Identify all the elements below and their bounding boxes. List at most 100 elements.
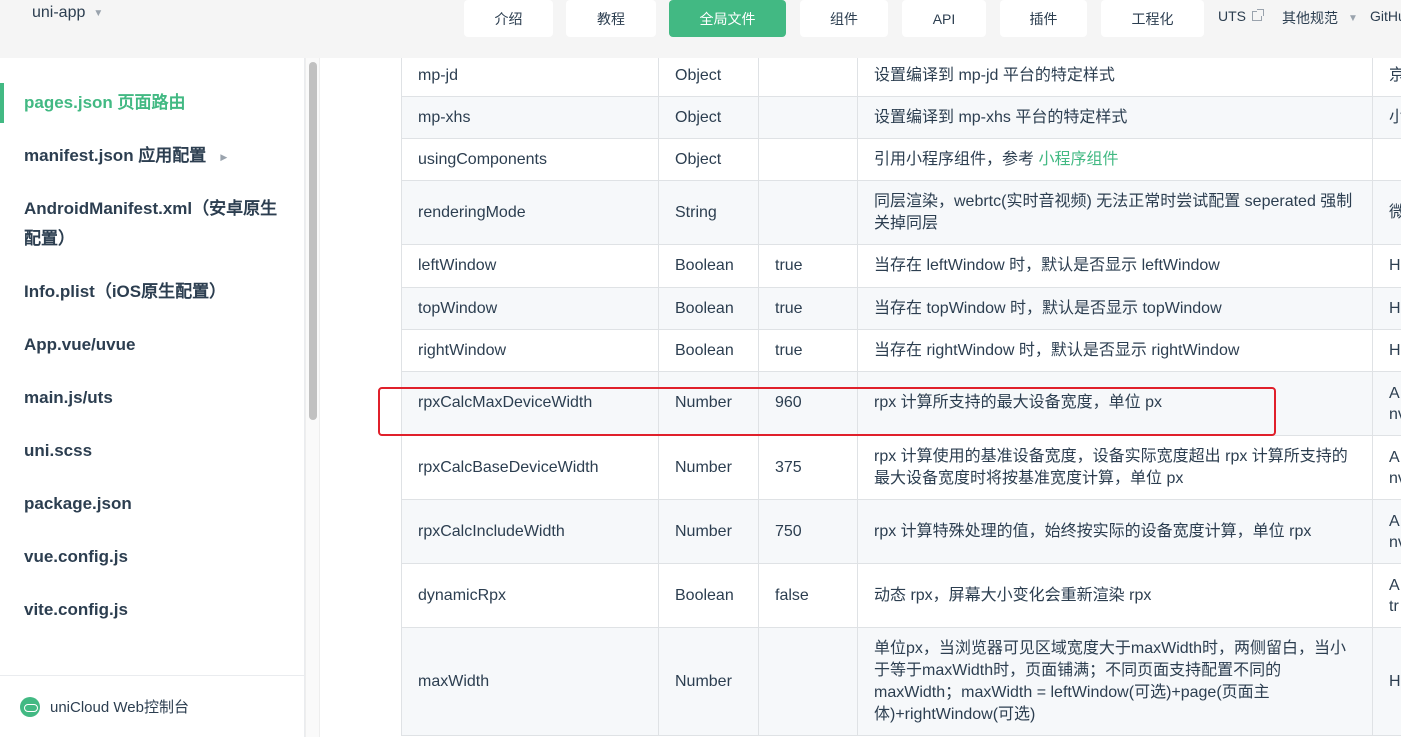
brand-dropdown[interactable]: uni-app ▼ [32, 4, 103, 22]
cell-type: Boolean [658, 244, 759, 288]
cell-type: Number [658, 435, 759, 500]
cell-desc: 当存在 rightWindow 时，默认是否显示 rightWindow [857, 329, 1373, 372]
sidebar-item-label: manifest.json 应用配置 [24, 146, 207, 165]
sidebar-item-app-vue[interactable]: App.vue/uvue [24, 330, 284, 360]
table-row: dynamicRpx Boolean false 动态 rpx，屏幕大小变化会重… [401, 563, 1401, 628]
cell-platform: H [1372, 287, 1401, 330]
table-row: rpxCalcMaxDeviceWidth Number 960 rpx 计算所… [401, 371, 1401, 436]
sidebar-item-android-manifest[interactable]: AndroidManifest.xml（安卓原生配置） [24, 194, 284, 254]
cell-name: maxWidth [401, 627, 659, 736]
cell-name: usingComponents [401, 138, 659, 181]
cell-type: Object [658, 58, 759, 97]
cell-default [758, 96, 858, 139]
table-row: maxWidth Number 单位px，当浏览器可见区域宽度大于maxWidt… [401, 627, 1401, 736]
table-row: mp-xhs Object 设置编译到 mp-xhs 平台的特定样式 小 [401, 96, 1401, 139]
nav-uts-link[interactable]: UTS [1218, 8, 1264, 24]
cell-default: 750 [758, 499, 858, 564]
nav-components[interactable]: 组件 [800, 0, 888, 37]
nav-global-files[interactable]: 全局文件 [669, 0, 786, 37]
sidebar-item-uni-scss[interactable]: uni.scss [24, 436, 284, 466]
cell-desc-text: 引用小程序组件，参考 [874, 150, 1039, 168]
cell-default: 960 [758, 371, 858, 436]
cell-type: Boolean [658, 329, 759, 372]
cell-default [758, 627, 858, 736]
sidebar-item-vite-config[interactable]: vite.config.js [24, 595, 284, 625]
active-indicator [0, 83, 4, 123]
cell-name: mp-xhs [401, 96, 659, 139]
cell-name: renderingMode [401, 180, 659, 245]
table-row: mp-jd Object 设置编译到 mp-jd 平台的特定样式 京 [401, 58, 1401, 97]
cell-type: Boolean [658, 563, 759, 628]
cell-default: false [758, 563, 858, 628]
cell-desc: 同层渲染，webrtc(实时音视频) 无法正常时尝试配置 seperated 强… [857, 180, 1373, 245]
sidebar-item-vue-config[interactable]: vue.config.js [24, 542, 284, 572]
table-row: usingComponents Object 引用小程序组件，参考 小程序组件 [401, 138, 1401, 181]
cell-desc: rpx 计算特殊处理的值，始终按实际的设备宽度计算，单位 rpx [857, 499, 1373, 564]
cell-type: Object [658, 96, 759, 139]
cell-default: true [758, 329, 858, 372]
sidebar-item-package-json[interactable]: package.json [24, 489, 284, 519]
config-table: mp-jd Object 设置编译到 mp-jd 平台的特定样式 京 mp-xh… [401, 58, 1401, 736]
cell-name: rpxCalcMaxDeviceWidth [401, 371, 659, 436]
cell-name: rpxCalcIncludeWidth [401, 499, 659, 564]
cell-default [758, 58, 858, 97]
table-row: leftWindow Boolean true 当存在 leftWindow 时… [401, 244, 1401, 288]
sidebar-item-info-plist[interactable]: Info.plist（iOS原生配置） [24, 277, 284, 307]
cell-name: mp-jd [401, 58, 659, 97]
nav-engineering[interactable]: 工程化 [1101, 0, 1204, 37]
cell-default: true [758, 244, 858, 288]
nav-github-label: GitHub [1370, 8, 1401, 24]
scrollbar-thumb[interactable] [309, 62, 317, 420]
cell-platform: H [1372, 627, 1401, 736]
cell-default [758, 180, 858, 245]
cell-platform: 微 [1372, 180, 1401, 245]
chevron-right-icon: ▶ [220, 151, 228, 162]
cell-type: Number [658, 371, 759, 436]
table-row: rpxCalcIncludeWidth Number 750 rpx 计算特殊处… [401, 499, 1401, 564]
sidebar-item-manifest-json[interactable]: manifest.json 应用配置 ▶ [24, 141, 284, 172]
cell-platform: 小 [1372, 96, 1401, 139]
table-row: renderingMode String 同层渲染，webrtc(实时音视频) … [401, 180, 1401, 245]
sidebar-item-pages-json[interactable]: pages.json 页面路由 [24, 88, 284, 118]
nav-tutorial[interactable]: 教程 [566, 0, 656, 37]
cell-name: topWindow [401, 287, 659, 330]
sidebar-item-main-js[interactable]: main.js/uts [24, 383, 284, 413]
sidebar: pages.json 页面路由 manifest.json 应用配置 ▶ Andr… [0, 58, 305, 737]
cell-type: Object [658, 138, 759, 181]
nav-intro[interactable]: 介绍 [464, 0, 553, 37]
cell-default: true [758, 287, 858, 330]
cell-platform: H [1372, 244, 1401, 288]
cell-name: rightWindow [401, 329, 659, 372]
cell-name: dynamicRpx [401, 563, 659, 628]
cell-default [758, 138, 858, 181]
sidebar-scrollbar[interactable] [305, 58, 320, 737]
chevron-down-icon: ▼ [93, 7, 104, 19]
unicloud-console-link[interactable]: uniCloud Web控制台 [0, 675, 304, 737]
nav-other-label: 其他规范 [1282, 10, 1338, 26]
cell-desc: 当存在 topWindow 时，默认是否显示 topWindow [857, 287, 1373, 330]
mini-program-components-link[interactable]: 小程序组件 [1038, 151, 1118, 168]
cell-desc: rpx 计算所支持的最大设备宽度，单位 px [857, 371, 1373, 436]
cell-desc: 单位px，当浏览器可见区域宽度大于maxWidth时，两侧留白，当小于等于max… [857, 627, 1373, 736]
nav-plugins[interactable]: 插件 [1000, 0, 1087, 37]
cloud-icon [20, 696, 40, 717]
cell-desc: 设置编译到 mp-jd 平台的特定样式 [857, 58, 1373, 97]
cell-desc: 动态 rpx，屏幕大小变化会重新渲染 rpx [857, 563, 1373, 628]
nav-github-link[interactable]: GitHub [1370, 8, 1401, 24]
unicloud-label: uniCloud Web控制台 [50, 699, 189, 716]
cell-desc: 当存在 leftWindow 时，默认是否显示 leftWindow [857, 244, 1373, 288]
nav-api[interactable]: API [902, 0, 986, 37]
chevron-down-icon: ▼ [1348, 12, 1358, 24]
table-row: rpxCalcBaseDeviceWidth Number 375 rpx 计算… [401, 435, 1401, 500]
main-content: mp-jd Object 设置编译到 mp-jd 平台的特定样式 京 mp-xh… [320, 58, 1401, 737]
cell-platform: H [1372, 329, 1401, 372]
top-navbar: uni-app ▼ 介绍 教程 全局文件 组件 API 插件 工程化 UTS 其… [0, 0, 1401, 58]
nav-other-specs[interactable]: 其他规范 ▼ [1282, 8, 1358, 28]
cell-desc: 设置编译到 mp-xhs 平台的特定样式 [857, 96, 1373, 139]
cell-platform: A nv [1372, 499, 1401, 564]
cell-type: Number [658, 499, 759, 564]
cell-desc: rpx 计算使用的基准设备宽度，设备实际宽度超出 rpx 计算所支持的最大设备宽… [857, 435, 1373, 500]
table-row: rightWindow Boolean true 当存在 rightWindow… [401, 329, 1401, 372]
cell-type: Number [658, 627, 759, 736]
cell-platform: A nv [1372, 371, 1401, 436]
